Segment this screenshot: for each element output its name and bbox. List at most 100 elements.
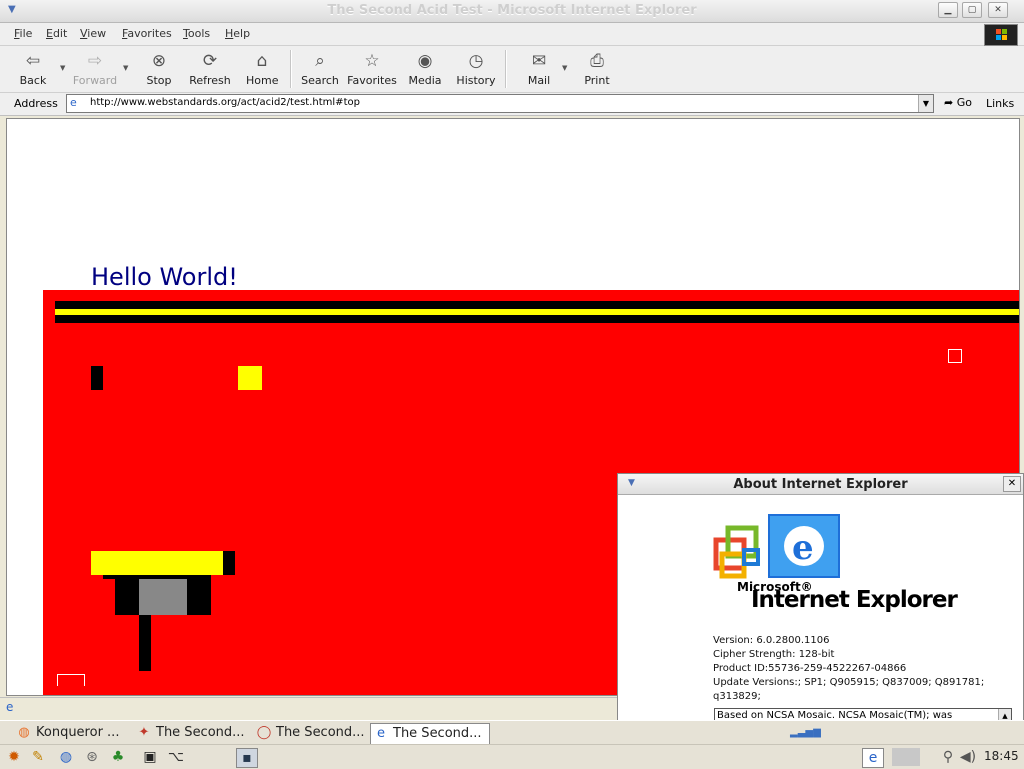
stop-icon: ⊗ [151, 51, 167, 71]
volume-icon[interactable]: ◀) [958, 748, 978, 766]
update-versions-text: Update Versions:; SP1; Q905915; Q837009;… [713, 677, 985, 688]
print-button[interactable]: ⎙ Print [583, 50, 611, 87]
mouth-black-edge [223, 551, 235, 575]
minimize-button[interactable]: ▁ [938, 2, 958, 18]
mail-icon: ✉ [531, 51, 547, 71]
network-icon[interactable]: ⊛ [82, 748, 102, 766]
version-text: Version: 6.0.2800.1106 [713, 635, 830, 646]
about-dialog-title: About Internet Explorer [733, 477, 908, 492]
menu-view[interactable]: View [80, 27, 106, 40]
search-button[interactable]: ⌕ Search [301, 50, 339, 87]
page-icon: e [70, 96, 77, 109]
menu-file[interactable]: File [14, 27, 32, 40]
about-dialog[interactable]: ▼ About Internet Explorer ✕ e Microsoft®… [617, 473, 1024, 726]
links-button[interactable]: Links [986, 97, 1014, 110]
stop-button[interactable]: ⊗ Stop [145, 50, 173, 87]
opera-icon: ◯ [256, 725, 272, 740]
address-label: Address [14, 97, 58, 110]
logo-product-text: Internet Explorer [751, 587, 958, 613]
history-clock-icon: ◷ [468, 51, 484, 71]
history-button[interactable]: ◷ History [456, 50, 496, 87]
stop-label: Stop [146, 74, 172, 87]
task-second-acid-3[interactable]: e The Second... [370, 723, 490, 745]
show-desktop-icon[interactable]: ▪ [236, 748, 258, 768]
menu-edit[interactable]: Edit [46, 27, 67, 40]
address-url[interactable]: http://www.webstandards.org/act/acid2/te… [90, 97, 360, 108]
address-dropdown-icon[interactable]: ▼ [918, 95, 933, 112]
taskbar-tasks: ◍ Konqueror ... ✦ The Second... ◯ The Se… [0, 720, 1024, 745]
go-arrow-icon: ➦ [944, 96, 954, 109]
close-button[interactable]: ✕ [988, 2, 1008, 18]
menu-bar: File Edit View Favorites Tools Help [0, 23, 1024, 46]
favorites-label: Favorites [347, 74, 397, 87]
refresh-label: Refresh [189, 74, 231, 87]
menu-tools[interactable]: Tools [183, 27, 210, 40]
mail-dropdown-icon[interactable]: ▼ [562, 64, 567, 72]
text-editor-icon[interactable]: ✎ [28, 748, 48, 766]
task-second-acid-1[interactable]: ✦ The Second... [134, 723, 266, 743]
people-icon[interactable]: ♣ [108, 748, 128, 766]
menu-favorites[interactable]: Favorites [122, 27, 172, 40]
mail-label: Mail [527, 74, 551, 87]
favorites-button[interactable]: ☆ Favorites [347, 50, 397, 87]
search-icon: ⌕ [315, 51, 325, 71]
favorites-star-icon: ☆ [364, 51, 380, 71]
ie-icon: e [377, 726, 385, 741]
refresh-icon: ⟳ [202, 51, 218, 71]
go-label: Go [956, 96, 972, 109]
menu-help[interactable]: Help [225, 27, 250, 40]
address-input[interactable]: e http://www.webstandards.org/act/acid2/… [66, 94, 934, 113]
window-title: The Second Acid Test - Microsoft Interne… [327, 3, 697, 18]
browser-icon[interactable]: ◍ [56, 748, 76, 766]
power-plug-icon[interactable]: ⚲ [938, 748, 958, 766]
ie-page-icon: e [6, 700, 14, 714]
forward-arrow-icon: ⇨ [87, 51, 103, 71]
mail-button[interactable]: ✉ Mail [524, 50, 554, 87]
dialog-close-icon[interactable]: ✕ [1003, 476, 1021, 492]
forehead-yellow-stripe [55, 309, 1019, 315]
media-button[interactable]: ◉ Media [408, 50, 442, 87]
back-arrow-icon: ⇦ [25, 51, 41, 71]
windows-logo-icon [984, 24, 1018, 46]
toolbar: ⇦ Back ▼ ⇨ Forward ▼ ⊗ Stop ⟳ Refresh ⌂ … [0, 46, 1024, 93]
ubuntu-menu-icon[interactable]: ✹ [4, 748, 24, 766]
settings-icon[interactable]: ⌥ [166, 748, 186, 766]
page-heading: Hello World! [91, 263, 238, 291]
task-label: The Second... [276, 725, 365, 740]
neck [139, 615, 151, 671]
update-versions-cont-text: q313829; [713, 691, 761, 702]
clock[interactable]: 18:45 [984, 749, 1019, 763]
refresh-button[interactable]: ⟳ Refresh [188, 50, 232, 87]
media-globe-icon: ◉ [417, 51, 433, 71]
tray-blank [892, 748, 920, 766]
toolbar-separator [505, 50, 507, 88]
history-label: History [456, 74, 496, 87]
forward-button[interactable]: ⇨ Forward [72, 50, 118, 87]
task-label: The Second... [393, 726, 482, 741]
firefox-icon: ◍ [18, 725, 30, 740]
bird-icon: ✦ [138, 725, 150, 740]
terminal-icon[interactable]: ▣ [140, 748, 160, 766]
task-konqueror[interactable]: ◍ Konqueror ... [14, 723, 140, 743]
taskbar-panel: ✹ ✎ ◍ ⊛ ♣ ▣ ⌥ ▪ e ⚲ ◀) 18:45 [0, 744, 1024, 769]
home-button[interactable]: ⌂ Home [246, 50, 278, 87]
maximize-button[interactable]: ▢ [962, 2, 982, 18]
back-dropdown-icon[interactable]: ▼ [60, 64, 65, 72]
svg-text:e: e [792, 528, 814, 568]
about-dialog-titlebar[interactable]: ▼ About Internet Explorer ✕ [618, 474, 1023, 495]
task-label: Konqueror ... [36, 725, 120, 740]
printer-icon: ⎙ [590, 51, 604, 71]
back-button[interactable]: ⇦ Back [18, 50, 48, 87]
forward-label: Forward [72, 74, 118, 87]
toolbar-separator [290, 50, 292, 88]
title-bar[interactable]: ▼ The Second Acid Test - Microsoft Inter… [0, 0, 1024, 23]
ie-tray-icon[interactable]: e [862, 748, 884, 768]
search-label: Search [301, 74, 339, 87]
task-second-acid-2[interactable]: ◯ The Second... [254, 723, 386, 743]
right-eye [238, 366, 262, 390]
back-label: Back [19, 74, 47, 87]
network-signal-icon: ▂▃▅▆ [790, 727, 821, 738]
left-eye [91, 366, 103, 390]
forward-dropdown-icon[interactable]: ▼ [123, 64, 128, 72]
go-button[interactable]: ➦ Go [944, 96, 972, 109]
